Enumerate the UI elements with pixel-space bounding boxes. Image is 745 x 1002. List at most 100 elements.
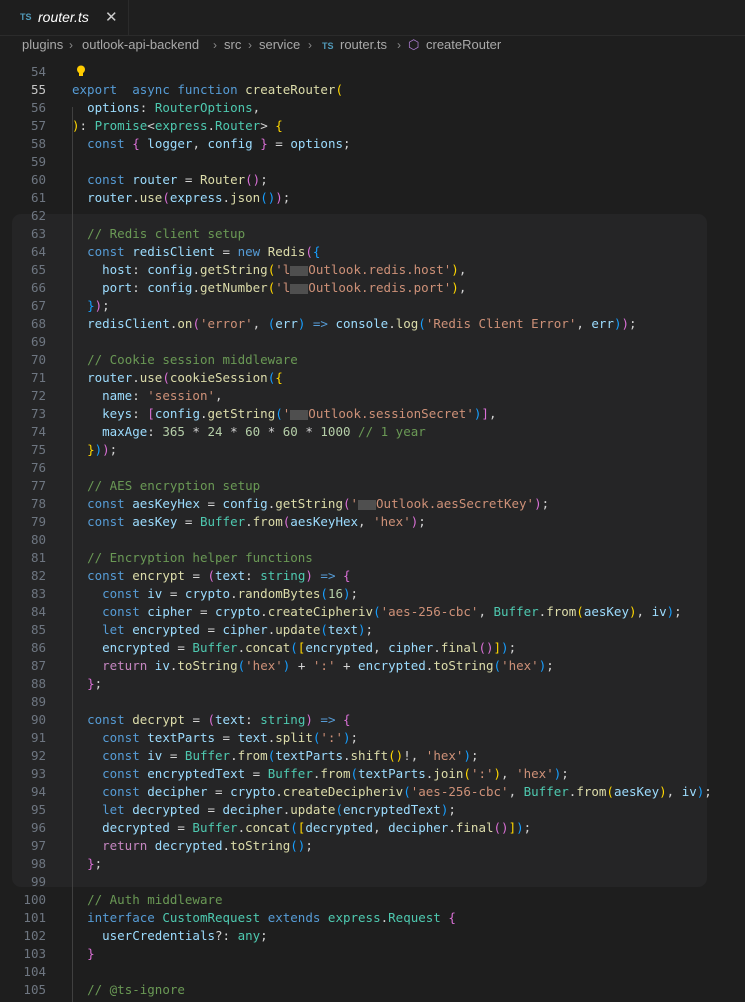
breadcrumb-item[interactable]: router.ts [340,37,387,52]
code-line[interactable]: const iv = Buffer.from(textParts.shift()… [72,748,479,763]
code-line[interactable]: const cipher = crypto.createCipheriv('ae… [72,604,682,619]
code-line[interactable]: }; [72,856,102,871]
code-line[interactable]: return decrypted.toString(); [72,838,313,853]
code-token: function [177,82,238,97]
code-line[interactable]: } [72,946,95,961]
code-line[interactable]: let decrypted = decipher.update(encrypte… [72,802,456,817]
code-line[interactable]: const textParts = text.split(':'); [72,730,358,745]
code-line[interactable]: export async function createRouter( [72,82,343,97]
code-line[interactable]: keys: [config.getString(' Outlook.session… [72,406,496,421]
code-line[interactable]: // AES encryption setup [72,478,260,493]
code-line[interactable]: const decrypt = (text: string) => { [72,712,350,727]
code-token: } [260,136,268,151]
code-line[interactable]: const encryptedText = Buffer.from(textPa… [72,766,569,781]
code-token: < [147,118,155,133]
code-line[interactable]: const { logger, config } = options; [72,136,350,151]
chevron-right-icon: › [397,38,401,52]
code-token: , [373,640,389,655]
code-token: textParts [358,766,426,781]
code-line[interactable]: return iv.toString('hex') + ':' + encryp… [72,658,554,673]
code-token: toString [433,658,494,673]
code-token: ] [508,820,517,835]
code-line[interactable]: // Auth middleware [72,892,222,907]
code-token: ':' [470,766,494,781]
code-token: ?: [215,928,238,943]
code-line[interactable]: redisClient.on('error', (err) => console… [72,316,637,331]
code-line[interactable]: router.use(express.json()); [72,190,290,205]
code-line[interactable]: decrypted = Buffer.concat([decrypted, de… [72,820,531,835]
code-token: , [215,388,223,403]
code-line[interactable]: userCredentials?: any; [72,928,268,943]
code-token: userCredentials [102,928,215,943]
breadcrumb-item[interactable]: plugins [22,37,63,52]
code-line[interactable]: port: config.getNumber('l Outlook.redis.p… [72,280,466,295]
code-token: } [87,856,95,871]
code-line[interactable]: host: config.getString('l Outlook.redis.h… [72,262,466,277]
code-line[interactable]: const decipher = crypto.createDecipheriv… [72,784,712,799]
code-line[interactable]: maxAge: 365 * 24 * 60 * 60 * 1000 // 1 y… [72,424,426,439]
code-token: decrypted [102,820,170,835]
line-number: 81 [30,550,46,565]
code-token: ; [94,676,103,691]
code-line[interactable]: let encrypted = cipher.update(text); [72,622,373,637]
code-token: () [260,190,276,205]
code-line[interactable]: })); [72,442,117,457]
code-editor[interactable]: 54 55 export async function createRouter(5… [0,62,745,1002]
breadcrumb-item[interactable]: createRouter [426,37,501,52]
code-token: let [102,622,125,637]
code-line[interactable]: // Redis client setup [72,226,245,241]
code-token: * [184,424,208,439]
close-icon[interactable]: ✕ [105,8,118,26]
code-line[interactable]: // Cookie session middleware [72,352,298,367]
code-line[interactable]: const iv = crypto.randomBytes(16); [72,586,358,601]
code-token: const [102,730,140,745]
code-token: const [87,172,125,187]
code-line[interactable]: const aesKeyHex = config.getString(' Outl… [72,496,549,511]
code-line[interactable]: const redisClient = new Redis({ [72,244,320,259]
code-token: () [290,838,306,853]
tab-router-ts[interactable]: TS router.ts ✕ [0,0,129,35]
breadcrumb-item[interactable]: src [224,37,241,52]
code-token: . [192,262,200,277]
code-token: textParts [275,748,343,763]
code-line[interactable]: name: 'session', [72,388,223,403]
code-line[interactable]: router.use(cookieSession({ [72,370,283,385]
breadcrumb-item[interactable]: service [259,37,300,52]
code-line[interactable]: const encrypt = (text: string) => { [72,568,350,583]
code-line[interactable]: }); [72,298,110,313]
code-token: , [458,280,467,295]
code-line[interactable]: // Encryption helper functions [72,550,313,565]
code-line[interactable]: }; [72,676,102,691]
code-token: text [215,712,246,727]
code-line[interactable]: encrypted = Buffer.concat([encrypted, ci… [72,640,516,655]
code-token: ; [470,748,479,763]
code-token: } [87,442,95,457]
code-token: . [199,406,208,421]
code-token: const [102,766,140,781]
code-line[interactable]: interface CustomRequest extends express.… [72,910,456,925]
code-line[interactable]: const aesKey = Buffer.from(aesKeyHex, 'h… [72,514,426,529]
code-token: encrypted [102,640,170,655]
code-token: Outlook.sessionSecret' [308,406,474,421]
code-line[interactable]: options: RouterOptions, [72,100,260,115]
line-number: 105 [23,982,46,997]
tab-bar: TS router.ts ✕ [0,0,745,36]
code-line[interactable]: // @ts-ignore [72,982,185,997]
code-line[interactable]: ): Promise<express.Router> { [72,118,283,133]
breadcrumb-item[interactable]: outlook-api-backend [82,37,199,52]
code-token: iv [147,748,163,763]
typescript-icon: TS [322,41,334,51]
code-line[interactable]: const router = Router(); [72,172,268,187]
code-token: const [87,496,125,511]
code-token: router [87,370,133,385]
lightbulb-icon[interactable] [74,64,88,78]
code-token: createCipheriv [267,604,374,619]
code-token: ; [94,856,103,871]
